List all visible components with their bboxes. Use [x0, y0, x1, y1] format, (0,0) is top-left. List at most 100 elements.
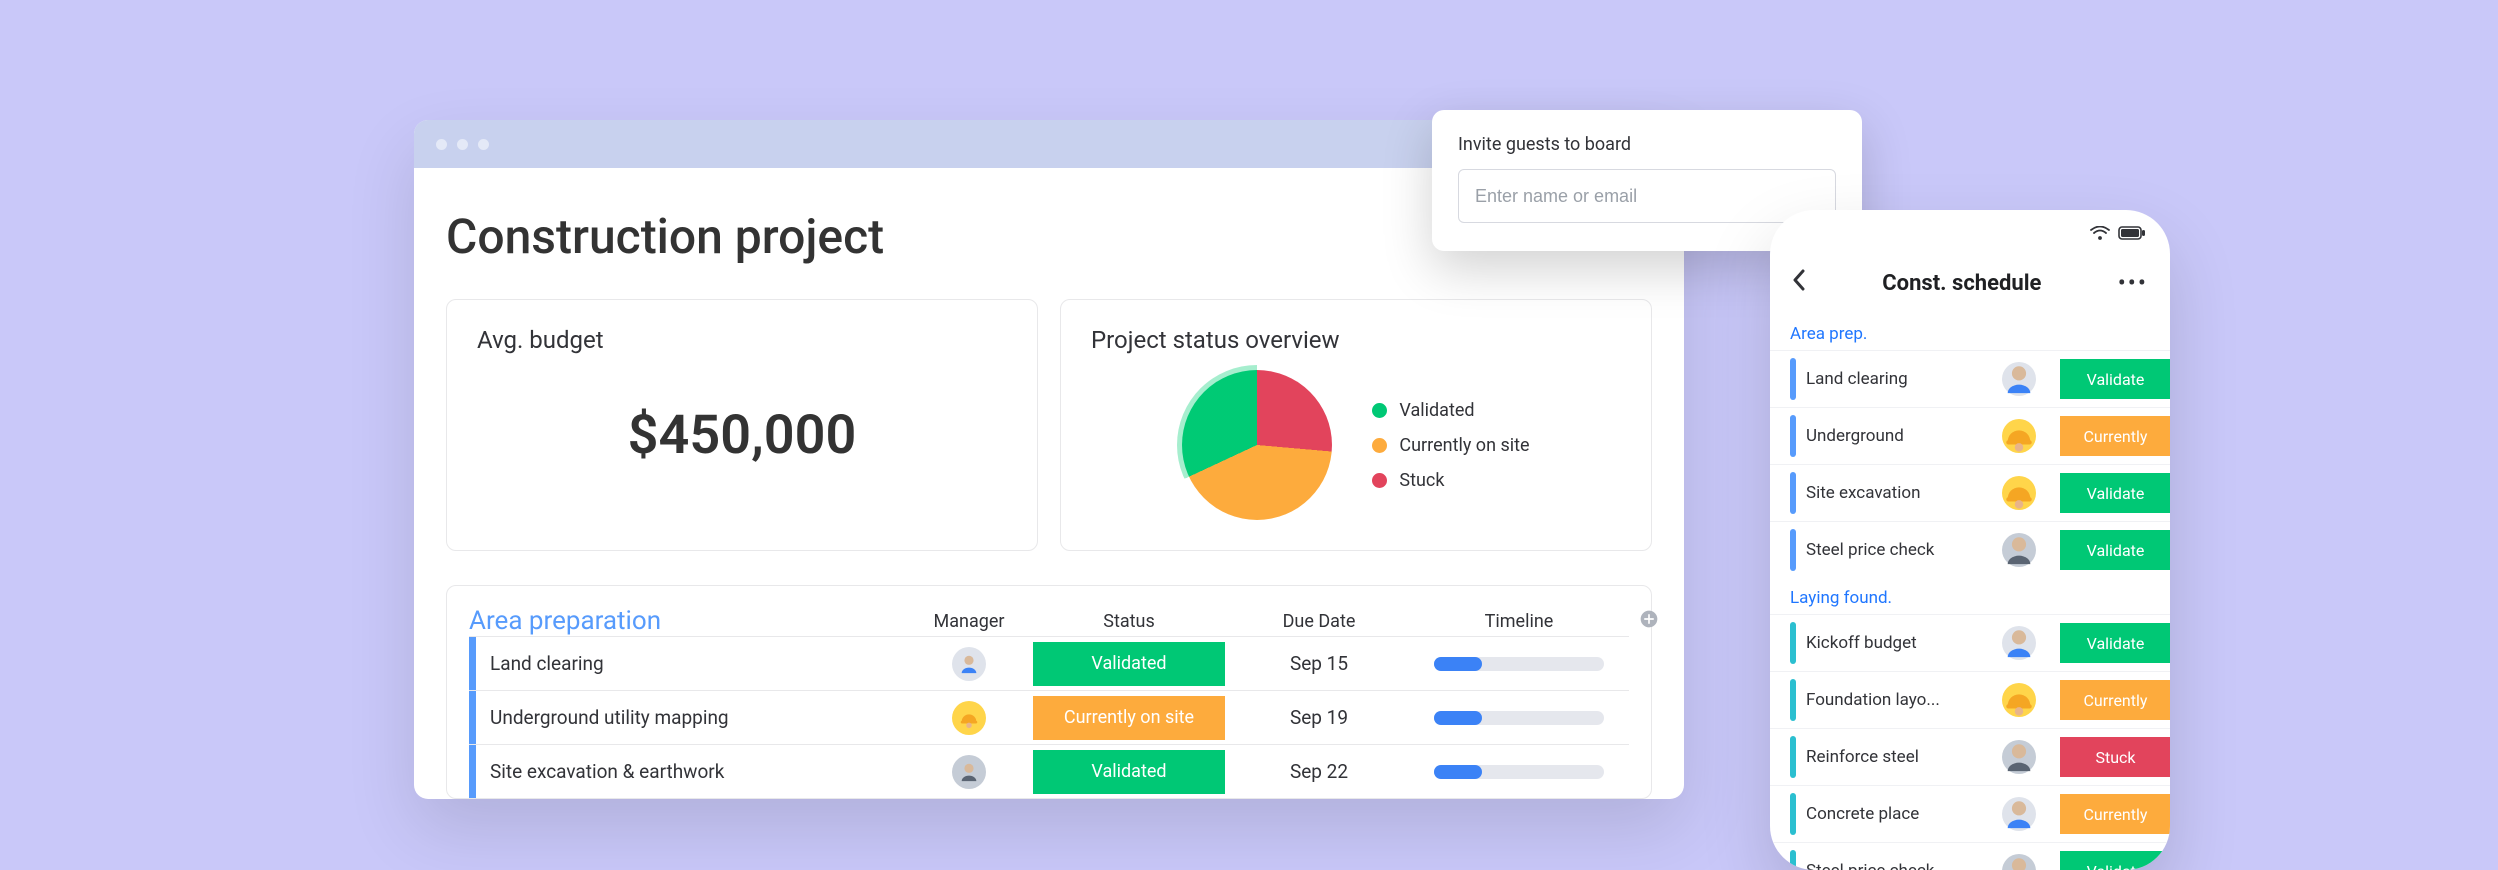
- phone-avatar[interactable]: [2002, 740, 2036, 774]
- group-stripe: [1790, 850, 1796, 870]
- phone-status-bar: [2090, 226, 2146, 240]
- back-button[interactable]: [1792, 268, 1806, 298]
- tasks-table: Area preparation Manager Status Due Date…: [446, 585, 1652, 799]
- phone-notch: [1885, 224, 2055, 250]
- phone-task-name: Land clearing: [1806, 369, 1992, 389]
- phone-list-item[interactable]: Kickoff budget Validate: [1770, 614, 2170, 671]
- phone-group-label[interactable]: Laying found.: [1770, 578, 2170, 614]
- phone-avatar[interactable]: [2002, 533, 2036, 567]
- due-date[interactable]: Sep 22: [1229, 760, 1409, 783]
- table-row[interactable]: Site excavation & earthwork ValidatedSep …: [469, 744, 1629, 798]
- group-name[interactable]: Area preparation: [469, 606, 909, 636]
- task-name[interactable]: Land clearing: [469, 637, 909, 690]
- wifi-icon: [2090, 226, 2110, 240]
- phone-title: Const. schedule: [1806, 271, 2118, 296]
- phone-status-pill[interactable]: Validate: [2060, 359, 2170, 399]
- group-stripe: [1790, 793, 1796, 835]
- phone-avatar[interactable]: [2002, 854, 2036, 870]
- legend-label: Validated: [1399, 400, 1474, 421]
- group-stripe: [1790, 529, 1796, 571]
- phone-avatar[interactable]: [2002, 419, 2036, 453]
- chevron-left-icon: [1792, 269, 1806, 291]
- timeline-fill: [1434, 657, 1482, 671]
- phone-status-pill[interactable]: Validate: [2060, 473, 2170, 513]
- budget-card-title: Avg. budget: [477, 326, 1007, 354]
- phone-status-pill[interactable]: Validate: [2060, 851, 2170, 870]
- invite-label: Invite guests to board: [1458, 134, 1836, 155]
- phone-status-pill[interactable]: Stuck: [2060, 737, 2170, 777]
- group-stripe: [1790, 415, 1796, 457]
- task-name[interactable]: Underground utility mapping: [469, 691, 909, 744]
- col-due: Due Date: [1229, 611, 1409, 632]
- phone-task-name: Kickoff budget: [1806, 633, 1992, 653]
- phone-status-pill[interactable]: Validate: [2060, 623, 2170, 663]
- phone-list-item[interactable]: Land clearing Validate: [1770, 350, 2170, 407]
- budget-card: Avg. budget $450,000: [446, 299, 1038, 551]
- battery-icon: [2118, 226, 2146, 240]
- phone-list-item[interactable]: UndergroundCurrently: [1770, 407, 2170, 464]
- phone-avatar[interactable]: [2002, 626, 2036, 660]
- due-date[interactable]: Sep 15: [1229, 652, 1409, 675]
- group-stripe: [1790, 358, 1796, 400]
- timeline-fill: [1434, 765, 1482, 779]
- timeline-bar[interactable]: [1434, 765, 1604, 779]
- phone-task-name: Concrete place: [1806, 804, 1992, 824]
- legend-validated: Validated: [1372, 400, 1529, 421]
- pie-legend: Validated Currently on site Stuck: [1372, 400, 1529, 491]
- status-pill[interactable]: Validated: [1033, 750, 1225, 794]
- status-pill[interactable]: Currently on site: [1033, 696, 1225, 740]
- add-column-button[interactable]: [1629, 607, 1669, 635]
- legend-onsite: Currently on site: [1372, 435, 1529, 456]
- group-stripe: [1790, 736, 1796, 778]
- phone-task-name: Steel price check: [1806, 861, 1992, 870]
- phone-task-name: Steel price check: [1806, 540, 1992, 560]
- phone-avatar[interactable]: [2002, 476, 2036, 510]
- manager-avatar[interactable]: [952, 701, 986, 735]
- timeline-bar[interactable]: [1434, 711, 1604, 725]
- phone-task-name: Site excavation: [1806, 483, 1992, 503]
- pie-chart: [1182, 370, 1332, 520]
- legend-stuck: Stuck: [1372, 470, 1529, 491]
- phone-status-pill[interactable]: Currently: [2060, 416, 2170, 456]
- phone-list-item[interactable]: Steel price check Validate: [1770, 842, 2170, 870]
- traffic-light-max-icon[interactable]: [478, 139, 489, 150]
- overview-card-title: Project status overview: [1091, 326, 1621, 354]
- legend-dot-icon: [1372, 403, 1387, 418]
- phone-group-label[interactable]: Area prep.: [1770, 314, 2170, 350]
- manager-avatar[interactable]: [952, 647, 986, 681]
- phone-status-pill[interactable]: Validate: [2060, 530, 2170, 570]
- legend-dot-icon: [1372, 473, 1387, 488]
- table-row[interactable]: Underground utility mapping Currently on …: [469, 690, 1629, 744]
- col-timeline: Timeline: [1409, 611, 1629, 632]
- invite-input[interactable]: [1458, 169, 1836, 223]
- phone-task-name: Reinforce steel: [1806, 747, 1992, 767]
- overview-card: Project status overview Validated: [1060, 299, 1652, 551]
- phone-list-item[interactable]: Site excavation Validate: [1770, 464, 2170, 521]
- pie-highlight: [1177, 365, 1337, 525]
- phone-status-pill[interactable]: Currently: [2060, 794, 2170, 834]
- table-row[interactable]: Land clearing ValidatedSep 15: [469, 636, 1629, 690]
- traffic-light-close-icon[interactable]: [436, 139, 447, 150]
- manager-avatar[interactable]: [952, 755, 986, 789]
- plus-circle-icon: [1639, 609, 1659, 629]
- phone-list-item[interactable]: Steel price check Validate: [1770, 521, 2170, 578]
- more-button[interactable]: •••: [2118, 269, 2148, 297]
- legend-dot-icon: [1372, 438, 1387, 453]
- mobile-device: Const. schedule ••• Area prep.Land clear…: [1770, 210, 2170, 870]
- phone-list-item[interactable]: Concrete place Currently: [1770, 785, 2170, 842]
- phone-list-item[interactable]: Reinforce steel Stuck: [1770, 728, 2170, 785]
- task-name[interactable]: Site excavation & earthwork: [469, 745, 909, 798]
- phone-avatar[interactable]: [2002, 683, 2036, 717]
- phone-avatar[interactable]: [2002, 797, 2036, 831]
- phone-task-name: Foundation layo...: [1806, 690, 1992, 710]
- phone-status-pill[interactable]: Currently: [2060, 680, 2170, 720]
- legend-label: Currently on site: [1399, 435, 1529, 456]
- due-date[interactable]: Sep 19: [1229, 706, 1409, 729]
- status-pill[interactable]: Validated: [1033, 642, 1225, 686]
- col-status: Status: [1029, 611, 1229, 632]
- phone-list-item[interactable]: Foundation layo... Currently: [1770, 671, 2170, 728]
- timeline-bar[interactable]: [1434, 657, 1604, 671]
- budget-value: $450,000: [477, 404, 1007, 467]
- phone-avatar[interactable]: [2002, 362, 2036, 396]
- traffic-light-min-icon[interactable]: [457, 139, 468, 150]
